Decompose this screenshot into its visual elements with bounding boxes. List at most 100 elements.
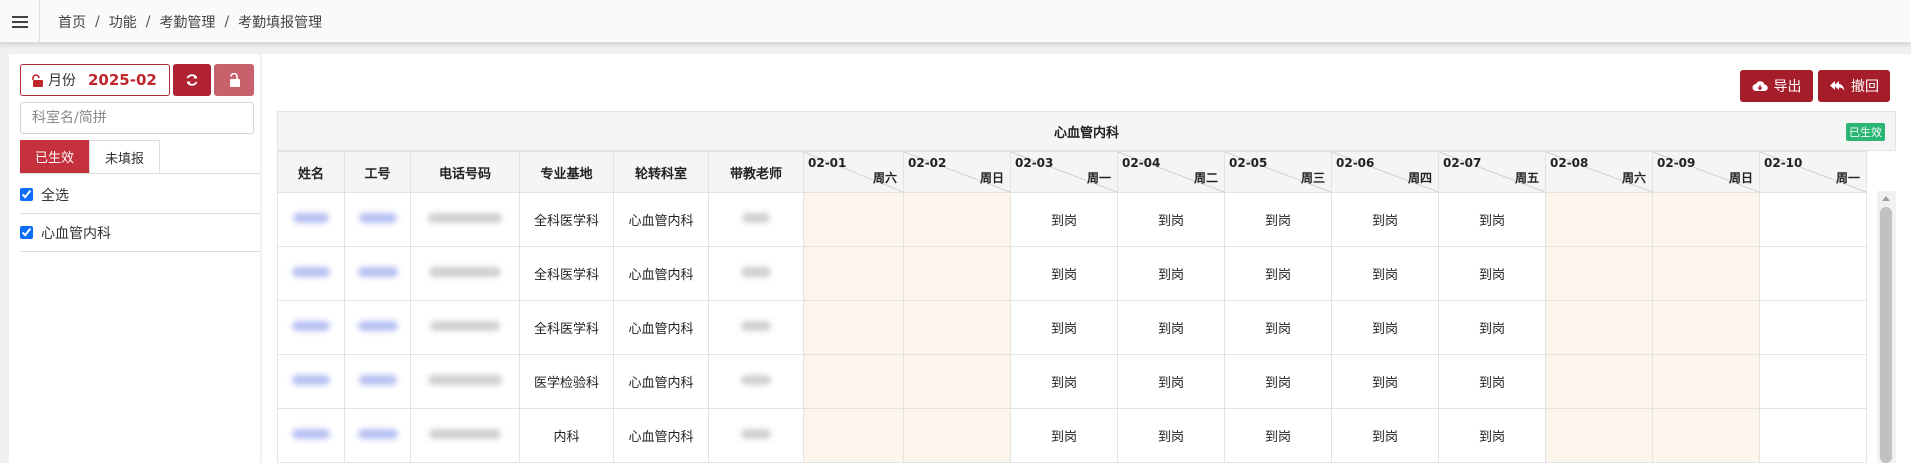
cell-id — [344, 246, 411, 301]
cell-attendance[interactable]: 到岗 — [1331, 300, 1439, 355]
cell-attendance[interactable]: 到岗 — [1224, 246, 1332, 301]
cell-attendance[interactable] — [1652, 408, 1760, 463]
cell-attendance[interactable] — [903, 300, 1011, 355]
cell-attendance[interactable] — [903, 408, 1011, 463]
cell-attendance[interactable]: 到岗 — [1224, 192, 1332, 247]
menu-toggle-button[interactable] — [0, 0, 40, 43]
cell-attendance[interactable]: 到岗 — [1438, 408, 1546, 463]
date-label: 02-07 — [1443, 156, 1482, 170]
breadcrumb-separator: / — [95, 13, 100, 30]
dept-item-cardiology[interactable]: 心血管内科 — [20, 214, 260, 252]
cell-dept: 心血管内科 — [613, 354, 709, 409]
cell-attendance[interactable]: 到岗 — [1010, 300, 1118, 355]
cell-attendance[interactable]: 到岗 — [1331, 192, 1439, 247]
cell-attendance[interactable] — [1652, 354, 1760, 409]
cell-name — [277, 354, 345, 409]
status-badge: 已生效 — [1846, 123, 1885, 141]
cell-attendance[interactable]: 到岗 — [1117, 354, 1225, 409]
breadcrumb-item-attendance[interactable]: 考勤管理 — [159, 12, 215, 32]
unlock-button[interactable] — [214, 64, 254, 96]
redacted-text — [293, 213, 329, 223]
col-header-id: 工号 — [344, 151, 411, 193]
cell-attendance[interactable] — [1652, 246, 1760, 301]
cell-id — [344, 192, 411, 247]
tab-effective[interactable]: 已生效 — [20, 140, 90, 173]
cell-attendance[interactable]: 到岗 — [1438, 192, 1546, 247]
cell-attendance[interactable] — [803, 408, 904, 463]
cell-attendance[interactable]: 到岗 — [1438, 354, 1546, 409]
redacted-text — [429, 267, 501, 277]
cell-attendance[interactable] — [1759, 300, 1867, 355]
hamburger-icon — [11, 15, 28, 28]
scrollbar-thumb[interactable] — [1880, 207, 1892, 463]
date-label: 02-02 — [908, 156, 947, 170]
cell-attendance[interactable] — [803, 354, 904, 409]
status-tabs: 已生效 未填报 — [20, 140, 260, 174]
cell-dept: 心血管内科 — [613, 408, 709, 463]
refresh-button[interactable] — [173, 64, 211, 96]
cell-attendance[interactable]: 到岗 — [1010, 192, 1118, 247]
col-header-date: 02-06 周四 — [1331, 151, 1439, 193]
cell-attendance[interactable]: 到岗 — [1117, 408, 1225, 463]
cell-id — [344, 300, 411, 355]
cell-attendance[interactable]: 到岗 — [1117, 300, 1225, 355]
breadcrumb-item-function[interactable]: 功能 — [109, 12, 137, 32]
table-row[interactable]: 全科医学科 心血管内科 到岗 到岗 到岗 到岗 到岗 — [277, 192, 1867, 247]
cell-attendance[interactable]: 到岗 — [1224, 408, 1332, 463]
export-button[interactable]: 导出 — [1740, 70, 1813, 102]
table-row[interactable]: 全科医学科 心血管内科 到岗 到岗 到岗 到岗 到岗 — [277, 246, 1867, 301]
dept-checkbox[interactable] — [20, 226, 33, 239]
scroll-up-arrow-icon[interactable] — [1882, 196, 1890, 201]
refresh-icon — [186, 74, 198, 86]
dept-label: 心血管内科 — [41, 225, 111, 242]
cell-attendance[interactable] — [1759, 246, 1867, 301]
table-header-row: 姓名 工号 电话号码 专业基地 轮转科室 带教老师 02-01 周六 02-02 周日… — [277, 151, 1867, 193]
cell-attendance[interactable] — [1759, 408, 1867, 463]
cell-attendance[interactable]: 到岗 — [1331, 408, 1439, 463]
cell-attendance[interactable]: 到岗 — [1438, 246, 1546, 301]
cell-attendance[interactable] — [1545, 300, 1653, 355]
cell-attendance[interactable] — [803, 246, 904, 301]
month-label: 月份 — [48, 73, 76, 89]
cell-attendance[interactable]: 到岗 — [1010, 354, 1118, 409]
redacted-text — [430, 321, 500, 331]
cell-attendance[interactable] — [803, 192, 904, 247]
cell-phone — [410, 354, 520, 409]
cell-attendance[interactable] — [1652, 192, 1760, 247]
breadcrumb-separator: / — [224, 13, 230, 30]
cell-attendance[interactable]: 到岗 — [1331, 246, 1439, 301]
cell-attendance[interactable] — [1759, 354, 1867, 409]
cell-attendance[interactable]: 到岗 — [1438, 300, 1546, 355]
cell-attendance[interactable] — [1759, 192, 1867, 247]
breadcrumb-item-home[interactable]: 首页 — [58, 12, 86, 32]
cell-attendance[interactable]: 到岗 — [1010, 408, 1118, 463]
cell-attendance[interactable] — [1545, 246, 1653, 301]
cell-attendance[interactable]: 到岗 — [1010, 246, 1118, 301]
cell-attendance[interactable] — [1545, 408, 1653, 463]
cell-attendance[interactable]: 到岗 — [1224, 354, 1332, 409]
select-all-row[interactable]: 全选 — [20, 176, 260, 214]
table-row[interactable]: 内科 心血管内科 到岗 到岗 到岗 到岗 到岗 — [277, 408, 1867, 463]
cell-attendance[interactable] — [1545, 354, 1653, 409]
cell-attendance[interactable]: 到岗 — [1224, 300, 1332, 355]
reply-all-icon — [1830, 81, 1845, 91]
cell-attendance[interactable]: 到岗 — [1117, 192, 1225, 247]
revoke-button[interactable]: 撤回 — [1818, 70, 1890, 102]
tab-unfilled[interactable]: 未填报 — [89, 140, 161, 173]
col-header-base: 专业基地 — [519, 151, 614, 193]
table-row[interactable]: 全科医学科 心血管内科 到岗 到岗 到岗 到岗 到岗 — [277, 300, 1867, 355]
cell-teacher — [708, 408, 804, 463]
cell-attendance[interactable] — [1545, 192, 1653, 247]
dept-search-input[interactable] — [20, 102, 254, 134]
month-picker[interactable]: 月份 2025-02 — [20, 64, 170, 96]
cell-attendance[interactable] — [903, 246, 1011, 301]
col-header-date: 02-01 周六 — [803, 151, 904, 193]
cell-attendance[interactable] — [803, 300, 904, 355]
cell-attendance[interactable] — [1652, 300, 1760, 355]
cell-attendance[interactable]: 到岗 — [1117, 246, 1225, 301]
cell-attendance[interactable]: 到岗 — [1331, 354, 1439, 409]
table-row[interactable]: 医学检验科 心血管内科 到岗 到岗 到岗 到岗 到岗 — [277, 354, 1867, 409]
cell-attendance[interactable] — [903, 192, 1011, 247]
select-all-checkbox[interactable] — [20, 188, 33, 201]
cell-attendance[interactable] — [903, 354, 1011, 409]
